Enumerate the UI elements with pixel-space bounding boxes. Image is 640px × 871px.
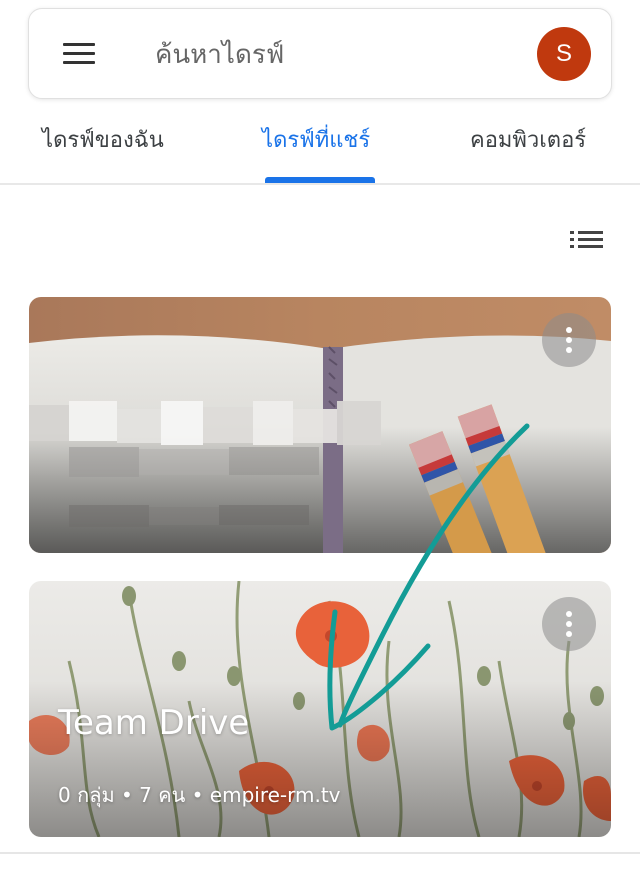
account-avatar[interactable]: S <box>537 27 591 81</box>
tab-my-drive[interactable]: ไดรฟ์ของฉัน <box>42 122 164 157</box>
tab-shared-drives[interactable]: ไดรฟ์ที่แชร์ <box>262 122 370 157</box>
more-vert-icon[interactable] <box>542 597 596 651</box>
bottom-divider <box>0 852 640 854</box>
menu-icon[interactable] <box>63 43 95 65</box>
active-tab-indicator <box>265 177 375 183</box>
search-input[interactable] <box>155 35 515 75</box>
list-view-icon[interactable] <box>570 231 603 249</box>
drive-tabs: ไดรฟ์ของฉัน ไดรฟ์ที่แชร์ คอมพิวเตอร์ <box>0 110 640 185</box>
drive-title: Team Drive <box>58 703 250 743</box>
shared-drive-card[interactable] <box>29 297 611 553</box>
drive-cover-notebook-image <box>29 297 611 553</box>
shared-drive-card[interactable]: Team Drive 0 กลุ่ม • 7 คน • empire-rm.tv <box>29 581 611 837</box>
tab-computers[interactable]: คอมพิวเตอร์ <box>470 122 586 157</box>
shared-drives-screen: S ไดรฟ์ของฉัน ไดรฟ์ที่แชร์ คอมพิวเตอร์ <box>0 0 640 871</box>
search-bar: S <box>28 8 612 99</box>
more-vert-icon[interactable] <box>542 313 596 367</box>
drive-subtitle: 0 กลุ่ม • 7 คน • empire-rm.tv <box>58 783 341 807</box>
